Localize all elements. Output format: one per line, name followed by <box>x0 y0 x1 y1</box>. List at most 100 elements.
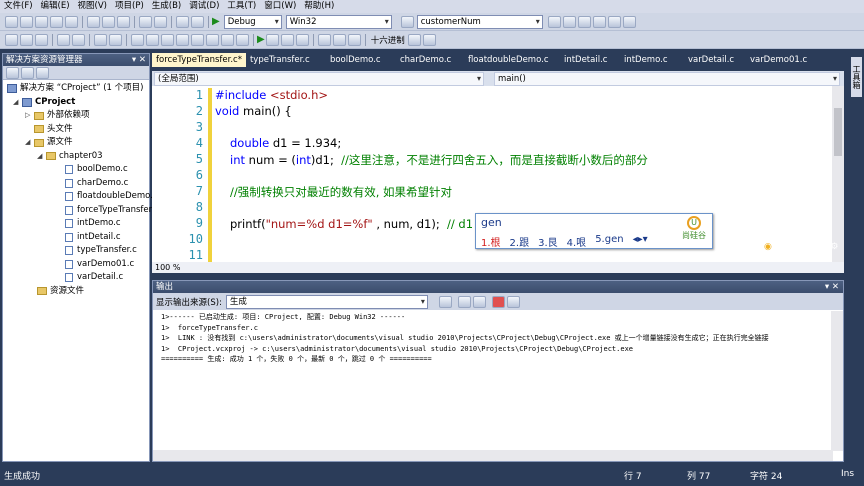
properties-icon[interactable] <box>547 15 561 28</box>
tree-project[interactable]: ◢ CProject <box>3 96 149 110</box>
bookmark-icon[interactable] <box>131 33 144 46</box>
tab-varDetail[interactable]: varDetail.c <box>684 53 746 67</box>
comment-icon[interactable] <box>94 33 107 46</box>
tab-typeTransfer[interactable]: typeTransfer.c <box>246 53 326 67</box>
prev-bookmark-icon[interactable] <box>146 33 159 46</box>
toolbox-tab[interactable]: 工具箱 <box>851 57 862 97</box>
tab-boolDemo[interactable]: boolDemo.c <box>326 53 396 67</box>
clear-all-icon[interactable] <box>491 295 505 308</box>
menu-edit[interactable]: 编辑(E) <box>37 0 74 13</box>
tree-header-files[interactable]: 头文件 <box>3 123 149 137</box>
tree-file[interactable]: varDetail.c <box>3 271 149 285</box>
panel-pin-icon[interactable]: ▾ ✕ <box>825 281 839 293</box>
step-out-icon[interactable] <box>347 33 361 46</box>
bookmark-next-folder-icon[interactable] <box>236 33 249 46</box>
tab-floatdoubleDemo[interactable]: floatdoubleDemo.c <box>464 53 560 67</box>
copy-icon[interactable] <box>102 15 115 28</box>
menu-debug[interactable]: 调试(D) <box>185 0 223 13</box>
uncomment-icon[interactable] <box>109 33 122 46</box>
tree-source-files[interactable]: ◢ 源文件 <box>3 136 149 150</box>
tree-file[interactable]: typeTransfer.c <box>3 244 149 258</box>
tree-external-deps[interactable]: ▷ 外部依赖项 <box>3 109 149 123</box>
tree-file[interactable]: charDemo.c <box>3 177 149 191</box>
clear-bookmarks-icon[interactable] <box>176 33 189 46</box>
menu-window[interactable]: 窗口(W) <box>260 0 300 13</box>
break-all-icon[interactable] <box>265 33 279 46</box>
editor-vertical-scrollbar[interactable] <box>832 86 844 262</box>
menu-view[interactable]: 视图(V) <box>74 0 111 13</box>
quick-info-icon[interactable] <box>35 33 48 46</box>
cut-icon[interactable] <box>87 15 100 28</box>
show-next-statement-icon[interactable] <box>407 33 421 46</box>
word-wrap-icon[interactable] <box>506 295 520 308</box>
tab-intDetail[interactable]: intDetail.c <box>560 53 620 67</box>
step-over-icon[interactable] <box>332 33 346 46</box>
ime-candidate[interactable]: 5.gen <box>595 234 623 249</box>
panel-pin-icon[interactable]: ▾ ✕ <box>132 54 146 66</box>
increase-indent-icon[interactable] <box>72 33 85 46</box>
bookmark-folder-icon[interactable] <box>206 33 219 46</box>
expand-arrow-icon[interactable]: ◢ <box>25 136 34 150</box>
tab-forceTypeTransfer[interactable]: forceTypeTransfer.c* <box>152 53 246 67</box>
save-icon[interactable] <box>50 15 63 28</box>
menu-file[interactable]: 文件(F) <box>0 0 37 13</box>
tab-charDemo[interactable]: charDemo.c <box>396 53 464 67</box>
new-project-icon[interactable] <box>5 15 18 28</box>
menu-build[interactable]: 生成(B) <box>148 0 185 13</box>
breakpoints-icon[interactable] <box>422 33 436 46</box>
ime-candidate[interactable]: 1.根 <box>481 234 501 249</box>
refresh-icon[interactable] <box>36 66 49 79</box>
start-page-icon[interactable] <box>607 15 621 28</box>
step-into-icon[interactable] <box>317 33 331 46</box>
ime-candidate[interactable]: 4.哏 <box>567 234 587 249</box>
list-members-icon[interactable] <box>5 33 18 46</box>
tree-resource-files[interactable]: 资源文件 <box>3 285 149 299</box>
start-debugging-icon[interactable]: ▶ <box>212 16 220 27</box>
expand-arrow-icon[interactable]: ◢ <box>13 96 22 110</box>
find-message-icon[interactable] <box>438 295 452 308</box>
tree-file[interactable]: boolDemo.c <box>3 163 149 177</box>
tree-chapter03[interactable]: ◢ chapter03 <box>3 150 149 164</box>
ime-page-arrows-icon[interactable]: ◂▸▾ <box>633 234 648 249</box>
tree-file[interactable]: intDemo.c <box>3 217 149 231</box>
ime-mode[interactable]: 中 <box>775 240 784 253</box>
navigate-back-icon[interactable] <box>176 15 189 28</box>
save-all-icon[interactable] <box>65 15 78 28</box>
tree-file[interactable]: varDemo01.c <box>3 258 149 272</box>
solution-config-select[interactable]: Debug <box>223 14 282 29</box>
menu-help[interactable]: 帮助(H) <box>300 0 338 13</box>
tree-file[interactable]: forceTypeTransfer <box>3 204 152 218</box>
next-message-icon[interactable] <box>472 295 486 308</box>
tab-intDemo[interactable]: intDemo.c <box>620 53 684 67</box>
undo-icon[interactable] <box>139 15 152 28</box>
toolbox-icon[interactable] <box>577 15 591 28</box>
stop-debugging-icon[interactable] <box>280 33 294 46</box>
expand-arrow-icon[interactable]: ◢ <box>37 150 46 164</box>
navigate-forward-icon[interactable] <box>191 15 204 28</box>
tree-file[interactable]: floatdoubleDemo. <box>3 190 153 204</box>
menu-tools[interactable]: 工具(T) <box>223 0 260 13</box>
output-horizontal-scrollbar[interactable] <box>153 450 833 461</box>
show-all-files-icon[interactable] <box>21 66 34 79</box>
next-bookmark-icon[interactable] <box>161 33 174 46</box>
output-text[interactable]: 1>------ 已启动生成: 项目: CProject, 配置: Debug … <box>153 310 843 365</box>
paste-icon[interactable] <box>117 15 130 28</box>
scope-select[interactable]: (全局范围) <box>154 71 484 86</box>
find-in-files-icon[interactable] <box>400 15 414 28</box>
zoom-level[interactable]: 100 % <box>152 262 844 273</box>
ime-candidate[interactable]: 2.跟 <box>510 234 530 249</box>
prev-message-icon[interactable] <box>457 295 471 308</box>
redo-icon[interactable] <box>154 15 167 28</box>
hex-display-toggle[interactable]: 十六进制 <box>369 34 407 46</box>
ime-candidate[interactable]: 3.艮 <box>538 234 558 249</box>
decrease-indent-icon[interactable] <box>57 33 70 46</box>
open-file-icon[interactable] <box>35 15 48 28</box>
properties-icon[interactable] <box>6 66 19 79</box>
parameter-info-icon[interactable] <box>20 33 33 46</box>
find-combo[interactable]: customerNum <box>416 14 543 29</box>
collapse-arrow-icon[interactable]: ▷ <box>25 109 34 123</box>
continue-icon[interactable]: ▶ <box>257 34 265 45</box>
object-browser-icon[interactable] <box>562 15 576 28</box>
restart-icon[interactable] <box>295 33 309 46</box>
tree-solution[interactable]: 解决方案 “CProject” (1 个项目) <box>3 82 149 96</box>
